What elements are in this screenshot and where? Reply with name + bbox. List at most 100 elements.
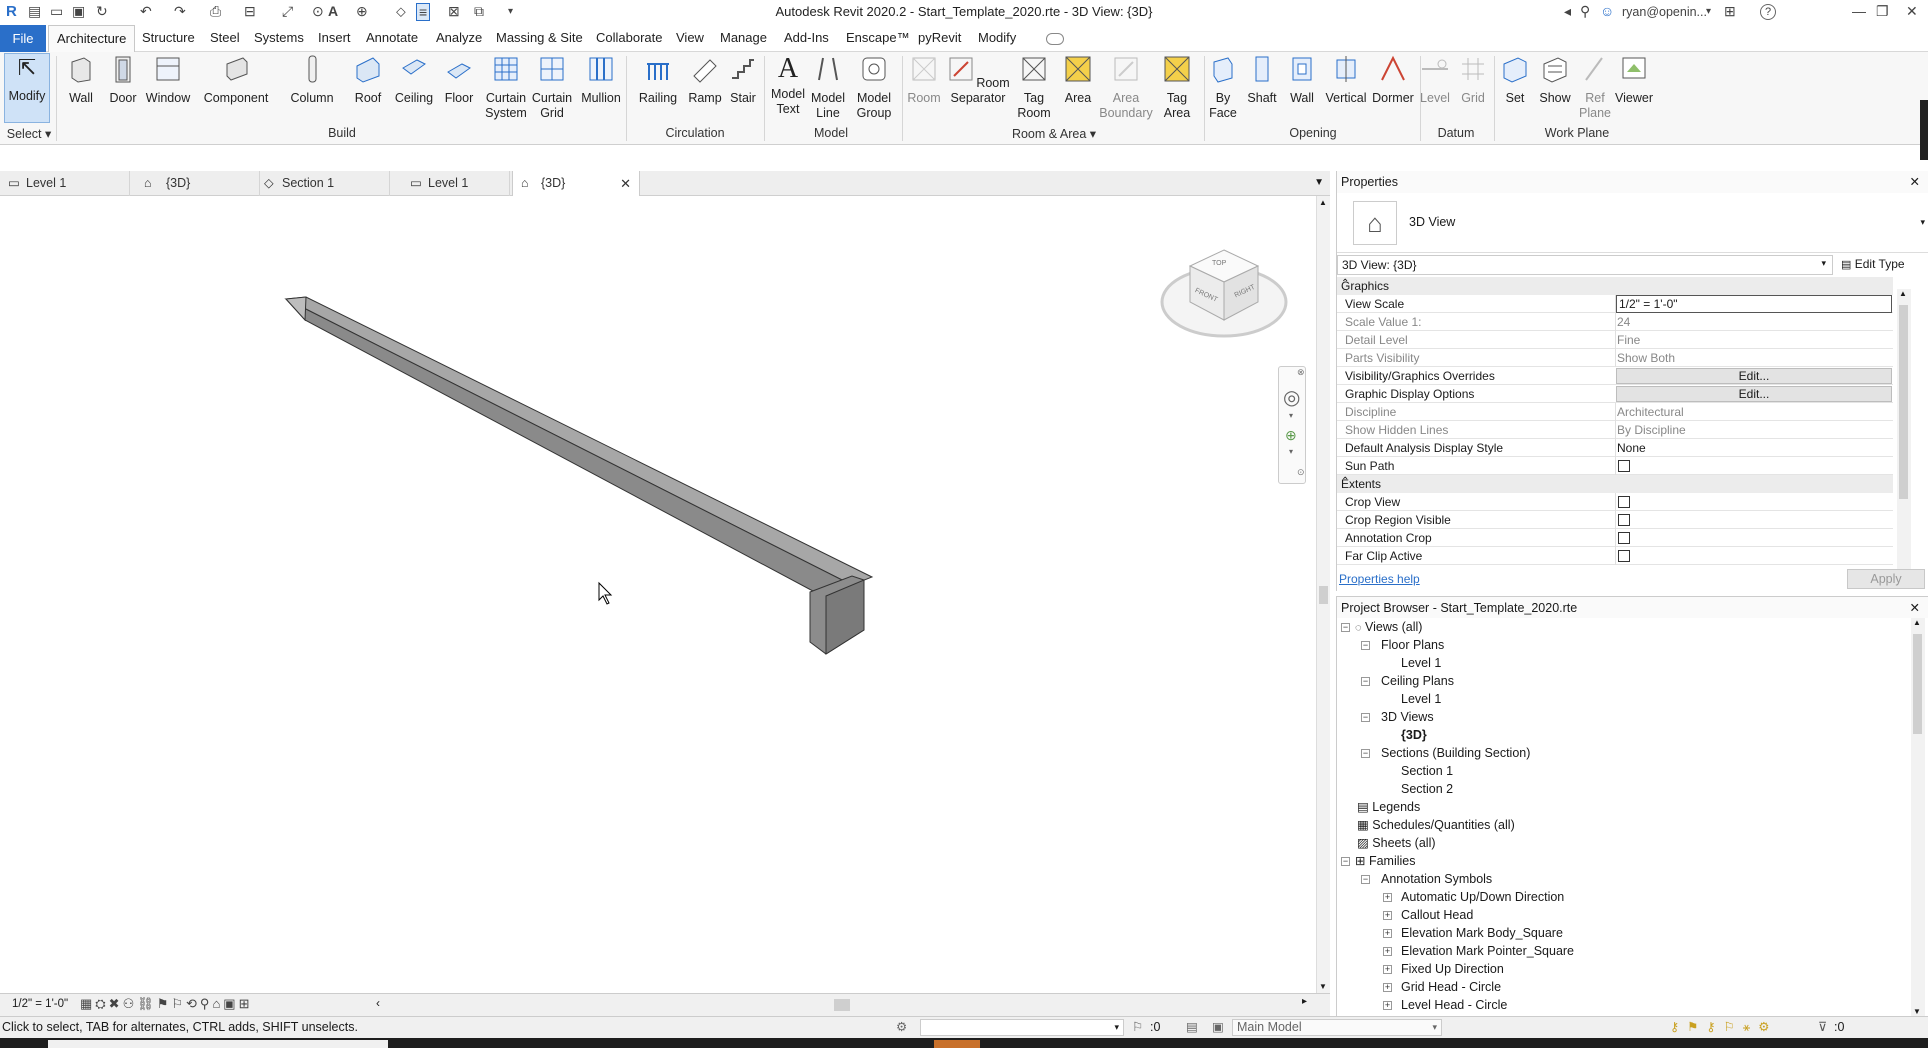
help-icon[interactable]: ? — [1760, 4, 1776, 20]
binoculars-icon[interactable]: ⚲ — [1580, 3, 1590, 20]
tree-legends[interactable]: ▤ Legends — [1357, 798, 1420, 816]
collapse-icon[interactable]: ⌃ — [1341, 476, 1887, 487]
viewcube[interactable]: TOP FRONT RIGHT — [1156, 240, 1290, 352]
scroll-up-icon[interactable]: ▲ — [1899, 289, 1907, 298]
dropdown-icon[interactable]: ▾ — [1289, 447, 1293, 456]
area-boundary-button[interactable]: Area Boundary — [1098, 54, 1154, 121]
scroll-down-icon[interactable]: ▼ — [1319, 982, 1327, 991]
room-button[interactable]: Room — [906, 54, 942, 106]
tab-annotate[interactable]: Annotate — [366, 30, 418, 45]
tree-floor-plan-level-1[interactable]: Level 1 — [1401, 654, 1441, 672]
properties-help-link[interactable]: Properties help — [1339, 572, 1420, 586]
crop-view-checkbox[interactable] — [1618, 496, 1630, 508]
tree-3d-views[interactable]: 3D Views — [1381, 708, 1434, 726]
viewer-button[interactable]: Viewer — [1614, 54, 1654, 106]
tree-family-item[interactable]: Grid Head - Circle — [1401, 978, 1501, 996]
scroll-up-icon[interactable]: ▲ — [1319, 198, 1327, 207]
instance-selector[interactable]: 3D View: {3D} ▾ — [1337, 255, 1833, 275]
tab-manage[interactable]: Manage — [720, 30, 767, 45]
view-canvas[interactable]: TOP FRONT RIGHT ⊗ ◎ ▾ ⊕ ▾ ⊙ — [0, 196, 1316, 993]
tab-insert[interactable]: Insert — [318, 30, 351, 45]
tab-collaborate[interactable]: Collaborate — [596, 30, 663, 45]
prop-value[interactable]: None — [1617, 441, 1646, 455]
close-properties-icon[interactable]: ✕ — [1910, 171, 1920, 193]
floor-button[interactable]: Floor — [442, 54, 476, 106]
collapse-icon[interactable]: − — [1341, 857, 1350, 866]
collapse-icon[interactable]: − — [1361, 713, 1370, 722]
view-control-icons[interactable]: ▦⛭✖⚇⛓⚑⚐⟲⚲⌂▣⊞ — [80, 996, 252, 1012]
tree-annotation-symbols[interactable]: Annotation Symbols — [1381, 870, 1492, 888]
section-graphics[interactable]: Graphics ⌃ — [1337, 277, 1893, 295]
steering-wheel-icon[interactable]: ◎ — [1283, 385, 1300, 410]
annotation-crop-checkbox[interactable] — [1618, 532, 1630, 544]
navbar-close-icon[interactable]: ⊗ — [1297, 367, 1305, 378]
tab-pyrevit[interactable]: pyRevit — [918, 30, 961, 45]
scroll-thumb[interactable] — [1319, 586, 1328, 604]
view-scale-field[interactable]: 1/2" = 1'-0" — [1616, 295, 1892, 313]
by-face-button[interactable]: By Face — [1208, 54, 1238, 121]
close-tab-icon[interactable]: ✕ — [620, 171, 631, 196]
tree-families[interactable]: ⊞ Families — [1355, 852, 1416, 870]
collapse-icon[interactable]: − — [1341, 623, 1350, 632]
user-name[interactable]: ryan@openin... — [1622, 5, 1707, 19]
tab-steel[interactable]: Steel — [210, 30, 240, 45]
set-button[interactable]: Set — [1500, 54, 1530, 106]
tree-section-1[interactable]: Section 1 — [1401, 762, 1453, 780]
section-extents[interactable]: Extents ⌃ — [1337, 475, 1893, 493]
collapse-icon[interactable]: ⌃ — [1341, 278, 1887, 289]
tab-modify[interactable]: Modify — [978, 30, 1016, 45]
close-window-icon[interactable]: ✕ — [1906, 3, 1918, 20]
tab-enscape[interactable]: Enscape™ — [846, 30, 910, 45]
panel-toggle-icon[interactable] — [1046, 33, 1064, 45]
edit-type-button[interactable]: ▤ Edit Type — [1837, 255, 1928, 275]
collapse-icon[interactable]: − — [1361, 749, 1370, 758]
tab-add-ins[interactable]: Add-Ins — [784, 30, 829, 45]
cart-icon[interactable]: ⊞ — [1724, 3, 1736, 20]
vg-edit-button[interactable]: Edit... — [1616, 368, 1892, 384]
tab-structure[interactable]: Structure — [142, 30, 195, 45]
show-button[interactable]: Show — [1538, 54, 1572, 106]
dropdown-icon[interactable]: ▾ — [1289, 411, 1293, 420]
user-dropdown-icon[interactable]: ▾ — [1706, 6, 1711, 17]
tree-family-item[interactable]: Level Head - Circle — [1401, 996, 1507, 1014]
expand-icon[interactable]: + — [1383, 1001, 1392, 1010]
tree-floor-plans[interactable]: Floor Plans — [1381, 636, 1444, 654]
expand-icon[interactable]: + — [1383, 893, 1392, 902]
collapse-icon[interactable]: − — [1361, 677, 1370, 686]
scroll-thumb[interactable] — [1899, 305, 1908, 499]
navbar-menu-icon[interactable]: ⊙ — [1297, 467, 1305, 478]
selector-dropdown-icon[interactable]: ▾ — [1821, 258, 1826, 269]
prop-value[interactable]: Fine — [1617, 333, 1640, 347]
tabs-menu-icon[interactable]: ▼ — [1314, 177, 1324, 188]
restore-icon[interactable]: ❐ — [1876, 3, 1889, 20]
far-clip-checkbox[interactable] — [1618, 550, 1630, 562]
scroll-right-icon[interactable]: ▸ — [1302, 996, 1307, 1007]
prop-value[interactable]: Architectural — [1617, 405, 1684, 419]
window-button[interactable]: Window — [144, 54, 192, 106]
design-options-icon[interactable]: ▤ — [1186, 1019, 1198, 1034]
group-select[interactable]: Select ▾ — [6, 126, 52, 141]
view-tab-3d[interactable]: ⌂ {3D} — [130, 171, 260, 196]
left-arrow-icon[interactable]: ◂ — [1564, 3, 1571, 20]
railing-button[interactable]: Railing — [636, 54, 680, 106]
tree-ceiling-plans[interactable]: Ceiling Plans — [1381, 672, 1454, 690]
scroll-up-icon[interactable]: ▲ — [1913, 618, 1921, 627]
ceiling-button[interactable]: Ceiling — [392, 54, 436, 106]
area-button[interactable]: Area — [1060, 54, 1096, 106]
scroll-left-icon[interactable]: ‹ — [376, 996, 380, 1010]
view-tab-level-1[interactable]: ▭ Level 1 — [0, 171, 130, 196]
vertical-button[interactable]: Vertical — [1324, 54, 1368, 106]
apply-button[interactable]: Apply — [1847, 569, 1925, 589]
door-button[interactable]: Door — [106, 54, 140, 106]
wall-button[interactable]: Wall — [66, 54, 96, 106]
view-tab-3d-active[interactable]: ⌂ {3D} ✕ — [512, 171, 640, 196]
prop-value[interactable]: By Discipline — [1617, 423, 1686, 437]
model-group-button[interactable]: Model Group — [854, 54, 894, 121]
zoom-icon[interactable]: ⊕ — [1285, 427, 1297, 444]
curtain-grid-button[interactable]: Curtain Grid — [530, 54, 574, 121]
crop-region-checkbox[interactable] — [1618, 514, 1630, 526]
tree-views-all[interactable]: ◌ Views (all) — [1355, 618, 1422, 636]
level-button[interactable]: Level — [1420, 54, 1450, 106]
tree-family-item[interactable]: Automatic Up/Down Direction — [1401, 888, 1564, 906]
tab-view[interactable]: View — [676, 30, 704, 45]
